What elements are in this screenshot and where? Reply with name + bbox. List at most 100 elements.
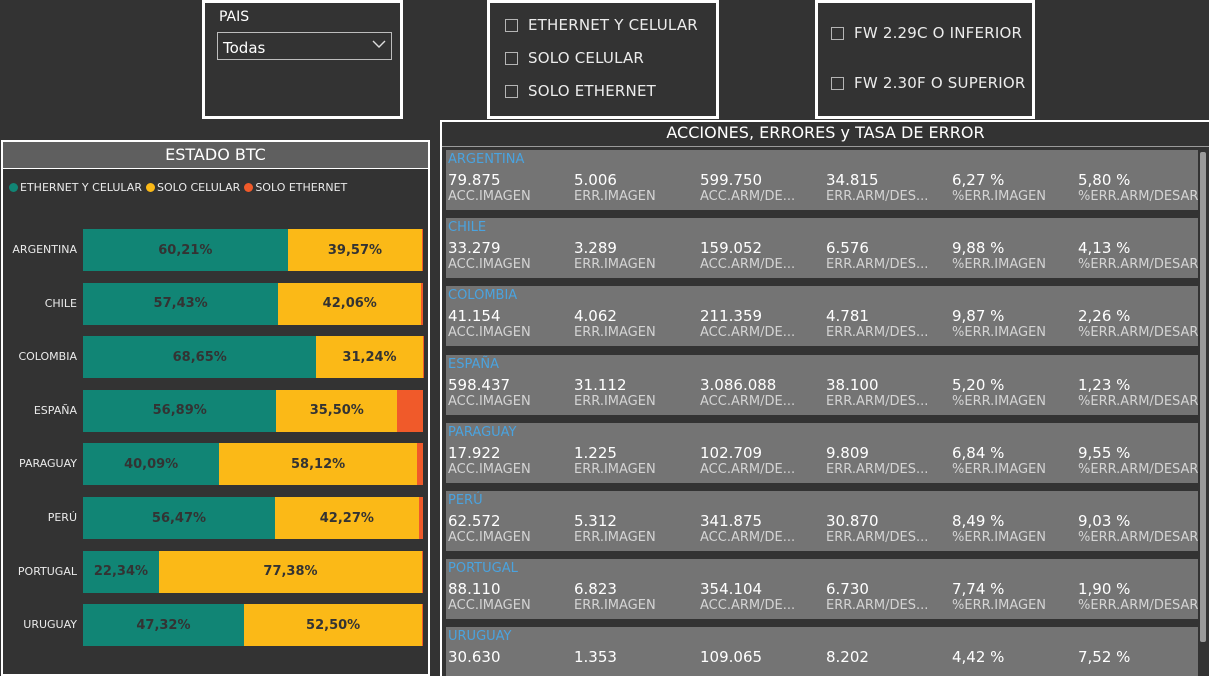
checkbox[interactable] bbox=[505, 51, 518, 65]
bar-segment-solo-ethernet[interactable] bbox=[422, 229, 423, 271]
metric-cell: 1,23 % %ERR.ARM/DESAR bbox=[1078, 377, 1198, 409]
option-solo-ethernet[interactable]: SOLO ETHERNET bbox=[505, 82, 656, 100]
metric-value: 17.922 bbox=[448, 444, 501, 462]
option-label: FW 2.29C O INFERIOR bbox=[854, 24, 1023, 42]
data-label: 42,06% bbox=[322, 296, 377, 312]
metric-cell: 8,49 % %ERR.IMAGEN bbox=[952, 513, 1077, 545]
legend-item-solo-celular[interactable]: SOLO CELULAR bbox=[145, 181, 240, 194]
metric-cell: 5,80 % %ERR.ARM/DESAR bbox=[1078, 172, 1198, 204]
bar-segment-ethernet-celular[interactable]: 47,32% bbox=[83, 604, 244, 647]
metric-label: ERR.ARM/DES... bbox=[826, 257, 929, 273]
metric-label: ACC.ARM/DE... bbox=[700, 325, 796, 341]
acciones-panel: ACCIONES, ERRORES y TASA DE ERROR ARGENT… bbox=[440, 120, 1209, 676]
legend-label: SOLO ETHERNET bbox=[255, 181, 348, 194]
option-label: ETHERNET Y CELULAR bbox=[528, 16, 698, 34]
bar-segment-solo-celular[interactable]: 42,27% bbox=[274, 497, 419, 539]
country-card[interactable]: ESPAÑA 598.437 ACC.IMAGEN 31.112 ERR.IMAGEN 3… bbox=[446, 354, 1198, 415]
bar-segment-solo-celular[interactable]: 42,06% bbox=[278, 282, 422, 325]
metric-value: 62.572 bbox=[448, 513, 501, 530]
pais-slicer: PAIS Todas bbox=[202, 0, 403, 119]
bar-segment-solo-celular[interactable]: 39,57% bbox=[287, 229, 423, 271]
option-solo-celular[interactable]: SOLO CELULAR bbox=[505, 49, 644, 67]
pais-dropdown[interactable]: Todas bbox=[217, 32, 392, 60]
checkbox[interactable] bbox=[831, 76, 844, 90]
option-fw-229c[interactable]: FW 2.29C O INFERIOR bbox=[831, 24, 1022, 42]
country-card[interactable]: URUGUAY 30.630 1.353 109.065 8.202 4,42 % 7,52… bbox=[446, 627, 1198, 676]
country-card[interactable]: ARGENTINA 79.875 ACC.IMAGEN 5.006 ERR.IMAGEN… bbox=[446, 150, 1198, 210]
country-card[interactable]: PARAGUAY 17.922 ACC.IMAGEN 1.225 ERR.IMAGEN 1… bbox=[446, 422, 1198, 483]
bar-segment-solo-celular[interactable]: 58,12% bbox=[219, 443, 417, 486]
country-card[interactable]: COLOMBIA 41.154 ACC.IMAGEN 4.062 ERR.IMAGEN 2… bbox=[446, 286, 1198, 347]
country-card[interactable]: PORTUGAL 88.110 ACC.IMAGEN 6.823 ERR.IMAGEN 3… bbox=[446, 559, 1198, 620]
bar-segment-solo-ethernet[interactable] bbox=[421, 282, 423, 325]
legend-item-solo-ethernet[interactable]: SOLO ETHERNET bbox=[244, 181, 347, 194]
metric-value: 4,13 % bbox=[1078, 240, 1131, 258]
category-label: PORTUGAL bbox=[17, 564, 77, 578]
metric-label: ACC.ARM/DE... bbox=[700, 530, 796, 545]
bar-segment-ethernet-celular[interactable]: 22,34% bbox=[83, 550, 159, 593]
country-name: ESPAÑA bbox=[448, 356, 499, 372]
metric-value: 6.730 bbox=[826, 581, 869, 599]
bar-segment-ethernet-celular[interactable]: 40,09% bbox=[83, 443, 220, 486]
scrollbar[interactable] bbox=[1200, 152, 1206, 642]
bar-segment-solo-ethernet[interactable] bbox=[418, 497, 423, 539]
category-label: PARAGUAY bbox=[19, 457, 77, 471]
bar-segment-solo-ethernet[interactable] bbox=[397, 389, 423, 432]
metric-cell: 41.154 ACC.IMAGEN bbox=[448, 308, 573, 340]
country-card[interactable]: PERÚ 62.572 ACC.IMAGEN 5.312 ERR.IMAGEN 341.8… bbox=[446, 491, 1198, 551]
data-label: 60,21% bbox=[158, 242, 213, 258]
metric-value: 598.437 bbox=[448, 376, 511, 394]
legend-item-ethernet-celular[interactable]: ETHERNET Y CELULAR bbox=[9, 181, 142, 194]
bar-segment-ethernet-celular[interactable]: 56,89% bbox=[83, 389, 277, 432]
bar-row: COLOMBIA 68,65% 31,24% bbox=[3, 336, 430, 379]
bar-segment-solo-ethernet[interactable] bbox=[422, 550, 423, 593]
metric-value: 1.353 bbox=[574, 649, 617, 667]
data-label: 42,27% bbox=[319, 510, 374, 526]
metric-value: 7,74 % bbox=[952, 581, 1005, 599]
metric-label: ACC.ARM/DE... bbox=[700, 257, 796, 273]
bar-segment-solo-celular[interactable]: 52,50% bbox=[243, 604, 423, 647]
category-label: URUGUAY bbox=[23, 618, 77, 632]
bar-segment-ethernet-celular[interactable]: 57,43% bbox=[83, 282, 279, 325]
country-card[interactable]: CHILE 33.279 ACC.IMAGEN 3.289 ERR.IMAGEN 159.… bbox=[446, 218, 1198, 279]
metric-value: 41.154 bbox=[448, 308, 501, 326]
metric-label: ACC.ARM/DE... bbox=[700, 461, 796, 477]
metric-value: 33.279 bbox=[448, 240, 501, 258]
metric-cell: 598.437 ACC.IMAGEN bbox=[448, 377, 573, 409]
metric-label: ERR.IMAGEN bbox=[574, 325, 656, 341]
metric-cell: 6.730 ERR.ARM/DES... bbox=[826, 581, 951, 613]
option-fw-230f[interactable]: FW 2.30F O SUPERIOR bbox=[831, 74, 1026, 92]
bar-segment-ethernet-celular[interactable]: 56,47% bbox=[83, 497, 275, 539]
metric-value: 30.630 bbox=[448, 649, 501, 667]
metric-label: %ERR.ARM/DESAR bbox=[1078, 257, 1198, 273]
option-ethernet-celular[interactable]: ETHERNET Y CELULAR bbox=[505, 16, 698, 34]
metric-cell: 3.086.088 ACC.ARM/DE... bbox=[700, 377, 825, 409]
metric-cell: 1.353 bbox=[574, 649, 699, 666]
checkbox[interactable] bbox=[505, 18, 518, 32]
metric-label: ERR.ARM/DES... bbox=[826, 393, 929, 409]
metric-label: %ERR.ARM/DESAR bbox=[1078, 325, 1198, 341]
metric-cell: 79.875 ACC.IMAGEN bbox=[448, 172, 573, 204]
metric-value: 354.104 bbox=[700, 581, 763, 599]
data-label: 58,12% bbox=[291, 456, 346, 472]
bar-segment-solo-ethernet[interactable] bbox=[416, 443, 423, 486]
metric-value: 9.809 bbox=[826, 444, 869, 462]
bar-segment-solo-celular[interactable]: 77,38% bbox=[158, 550, 423, 593]
bar-segment-solo-celular[interactable]: 35,50% bbox=[276, 389, 398, 432]
metric-label: %ERR.IMAGEN bbox=[952, 461, 1047, 477]
acciones-list[interactable]: ARGENTINA 79.875 ACC.IMAGEN 5.006 ERR.IMAGEN… bbox=[446, 150, 1198, 676]
checkbox[interactable] bbox=[505, 84, 518, 98]
metric-value: 34.815 bbox=[826, 172, 879, 189]
bar-segment-ethernet-celular[interactable]: 68,65% bbox=[83, 336, 317, 379]
metric-label: ACC.ARM/DE... bbox=[700, 393, 796, 409]
metric-label: ERR.ARM/DES... bbox=[826, 530, 929, 545]
bar-segment-ethernet-celular[interactable]: 60,21% bbox=[83, 229, 288, 271]
metric-value: 8.202 bbox=[826, 649, 869, 667]
bar-segment-solo-ethernet[interactable] bbox=[422, 604, 423, 647]
metric-value: 88.110 bbox=[448, 581, 501, 599]
checkbox[interactable] bbox=[831, 26, 844, 40]
category-label: ESPAÑA bbox=[33, 403, 77, 417]
legend-dot-icon bbox=[145, 183, 155, 192]
metric-label: ACC.IMAGEN bbox=[448, 598, 531, 614]
bar-segment-solo-celular[interactable]: 31,24% bbox=[316, 336, 423, 379]
